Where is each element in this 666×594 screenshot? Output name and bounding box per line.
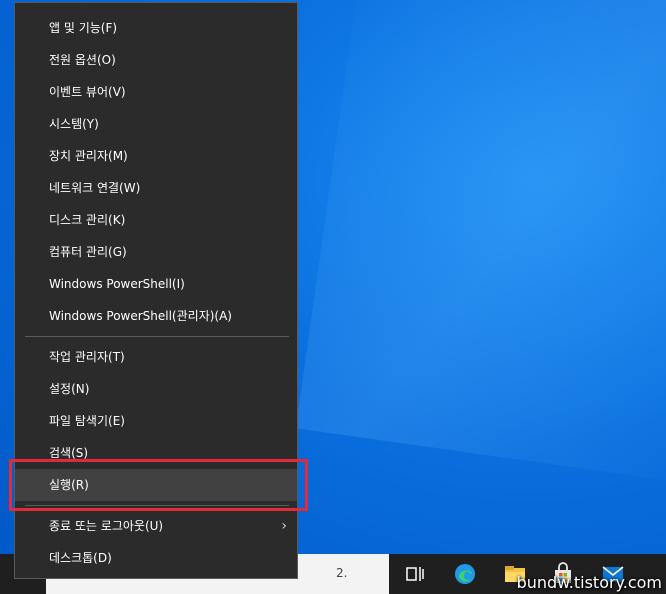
- chevron-right-icon: ›: [281, 518, 287, 534]
- watermark-text: bundw.tistory.com: [516, 573, 662, 592]
- menu-item-powershell-admin[interactable]: Windows PowerShell(관리자)(A): [15, 300, 297, 332]
- menu-item-settings[interactable]: 설정(N): [15, 373, 297, 405]
- menu-item-power-options[interactable]: 전원 옵션(O): [15, 44, 297, 76]
- menu-item-disk-management[interactable]: 디스크 관리(K): [15, 204, 297, 236]
- edge-browser-icon[interactable]: [453, 562, 477, 586]
- menu-item-label: 종료 또는 로그아웃(U): [49, 519, 164, 533]
- desktop: 2. bundw.tistory.com 앱 및 기능(F) 전원 옵션(O) …: [0, 0, 666, 594]
- menu-item-task-manager[interactable]: 작업 관리자(T): [15, 341, 297, 373]
- menu-item-device-manager[interactable]: 장치 관리자(M): [15, 140, 297, 172]
- menu-item-apps-features[interactable]: 앱 및 기능(F): [15, 12, 297, 44]
- menu-item-shutdown-signout[interactable]: 종료 또는 로그아웃(U) ›: [15, 510, 297, 542]
- wallpaper-light: [295, 0, 666, 487]
- menu-item-file-explorer[interactable]: 파일 탐색기(E): [15, 405, 297, 437]
- menu-separator: [25, 336, 289, 337]
- highlight-box: [9, 459, 308, 511]
- menu-item-desktop[interactable]: 데스크톱(D): [15, 542, 297, 574]
- menu-item-powershell[interactable]: Windows PowerShell(I): [15, 268, 297, 300]
- menu-item-event-viewer[interactable]: 이벤트 뷰어(V): [15, 76, 297, 108]
- menu-item-computer-management[interactable]: 컴퓨터 관리(G): [15, 236, 297, 268]
- search-text: 2.: [336, 566, 348, 580]
- task-view-icon[interactable]: [403, 562, 427, 586]
- menu-item-system[interactable]: 시스템(Y): [15, 108, 297, 140]
- menu-item-network-connections[interactable]: 네트워크 연결(W): [15, 172, 297, 204]
